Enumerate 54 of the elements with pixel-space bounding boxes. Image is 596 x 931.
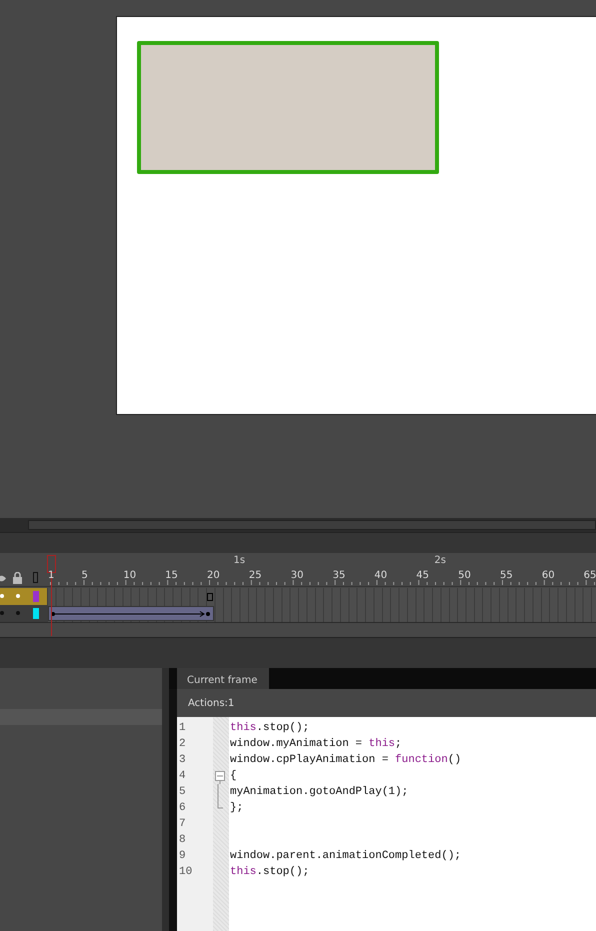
lock-icon[interactable] bbox=[12, 572, 23, 584]
frame-number: 50 bbox=[458, 570, 471, 581]
visibility-dot[interactable] bbox=[0, 594, 4, 598]
frame-number: 20 bbox=[207, 570, 220, 581]
code-line: { bbox=[230, 769, 238, 784]
seconds-label: 2s bbox=[434, 555, 446, 566]
outline-icon[interactable] bbox=[33, 572, 38, 583]
code-line: myAnimation.gotoAndPlay(1); bbox=[230, 785, 410, 800]
line-number: 10 bbox=[178, 865, 194, 880]
line-number: 9 bbox=[178, 849, 187, 864]
layer-color-swatch[interactable] bbox=[33, 608, 39, 619]
fold-toggle-icon[interactable] bbox=[215, 771, 226, 784]
line-number: 8 bbox=[178, 833, 187, 848]
code-line: this.stop(); bbox=[230, 865, 310, 880]
code-line: }; bbox=[230, 801, 244, 816]
frame-number: 55 bbox=[500, 570, 513, 581]
visibility-dot[interactable] bbox=[0, 611, 4, 615]
line-number: 1 bbox=[178, 721, 187, 736]
frame-number: 65 bbox=[584, 570, 596, 581]
frame-number: 5 bbox=[81, 570, 88, 581]
frame-number: 15 bbox=[165, 570, 178, 581]
line-number: 2 bbox=[178, 737, 187, 752]
frame-number: 10 bbox=[123, 570, 136, 581]
frame-number: 60 bbox=[542, 570, 555, 581]
lock-dot[interactable] bbox=[16, 594, 20, 598]
fold-end-icon bbox=[217, 800, 223, 809]
motion-tween-span[interactable] bbox=[48, 606, 214, 621]
scrollbar[interactable] bbox=[28, 520, 596, 530]
line-number: 4 bbox=[178, 769, 187, 784]
line-number: 3 bbox=[178, 753, 187, 768]
frame-number: 30 bbox=[290, 570, 304, 581]
blank-keyframe-icon bbox=[207, 593, 214, 601]
code-line: window.parent.animationCompleted(); bbox=[230, 849, 462, 864]
frame-number: 40 bbox=[374, 570, 388, 581]
code-editor[interactable]: 1 2 3 4 5 6 7 8 9 10 this.stop(); window.myAnimation = this; window.cpPlayAnimation = function() { myAnimation.gotoAndPlay(1); }; window.parent.animationCompleted(); this.stop(); bbox=[177, 717, 596, 931]
code-line: window.cpPlayAnimation = function() bbox=[230, 753, 462, 768]
layer-color-swatch[interactable] bbox=[33, 591, 39, 602]
eye-icon[interactable] bbox=[0, 574, 6, 583]
line-number: 6 bbox=[178, 801, 187, 816]
frame-number: 25 bbox=[248, 570, 262, 581]
seconds-label: 1s bbox=[234, 555, 246, 566]
code-line: this.stop(); bbox=[230, 721, 310, 736]
line-number: 5 bbox=[178, 785, 187, 800]
frame-cells[interactable] bbox=[47, 588, 596, 605]
frame-number: 45 bbox=[416, 570, 429, 581]
lock-dot[interactable] bbox=[16, 611, 20, 615]
frame-number: 35 bbox=[332, 570, 346, 581]
panel-tab[interactable]: Current frame bbox=[177, 668, 270, 689]
tween-arrow-icon bbox=[51, 610, 211, 618]
actions-header: Actions:1 bbox=[188, 698, 234, 708]
line-number: 7 bbox=[178, 817, 187, 832]
code-line: window.myAnimation = this; bbox=[230, 737, 403, 752]
rectangle-shape[interactable] bbox=[137, 41, 439, 174]
fold-line bbox=[217, 784, 219, 800]
